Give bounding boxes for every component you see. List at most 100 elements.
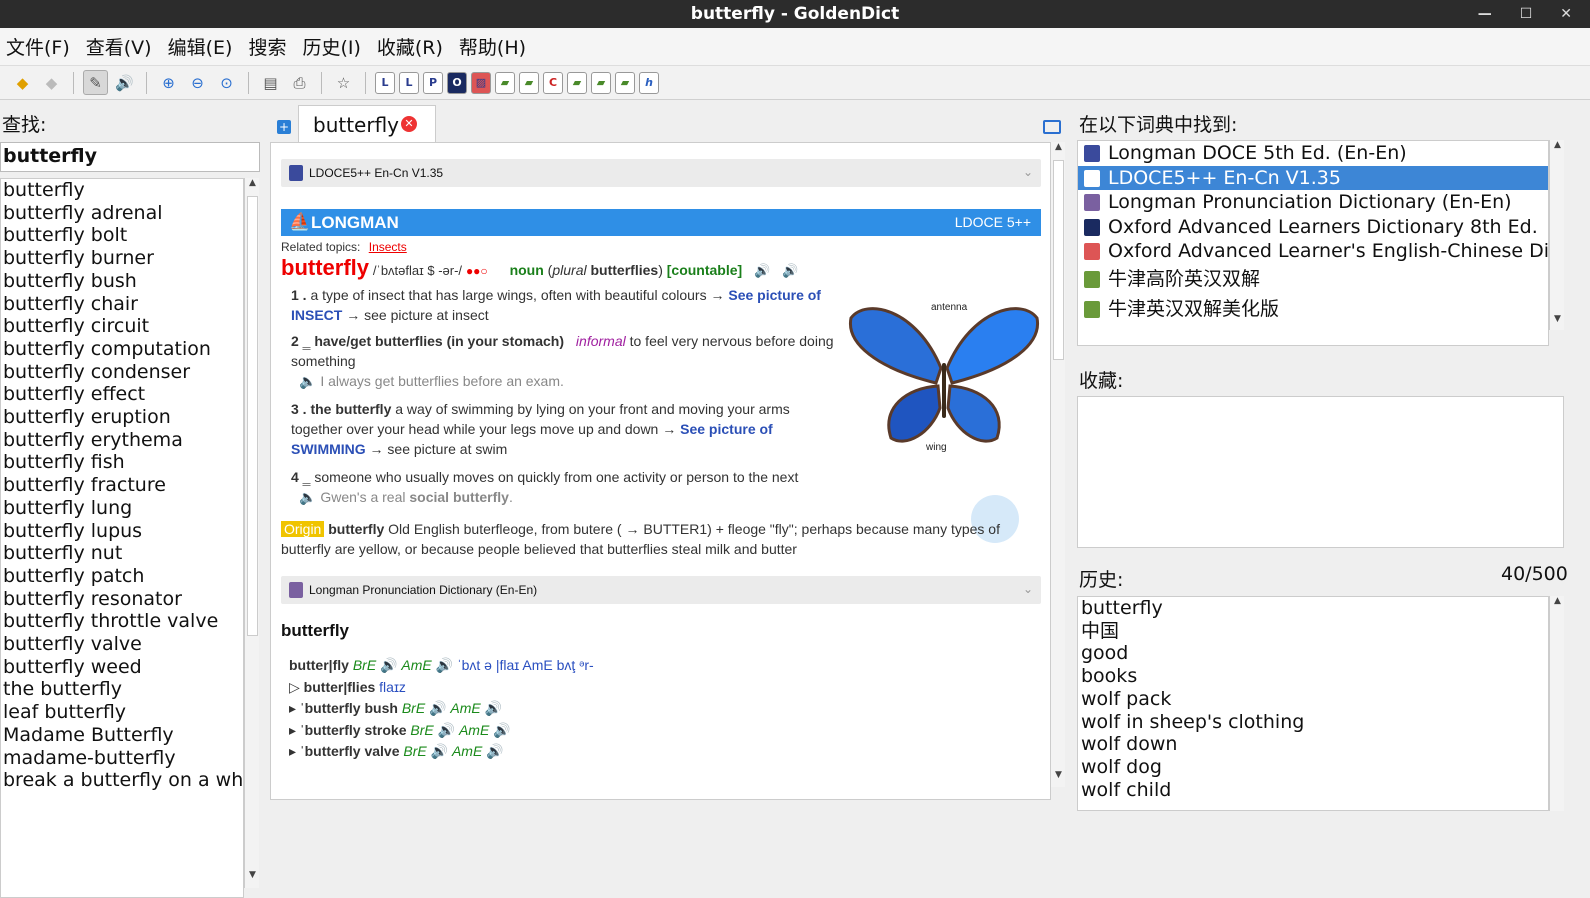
tab-butterfly[interactable]: butterfly ✕	[298, 105, 436, 143]
dict-item-selected[interactable]: LDOCE5++ En-Cn V1.35	[1078, 165, 1548, 190]
list-item[interactable]: butterfly fracture	[1, 474, 243, 497]
zoom-out-icon[interactable]: ⊖	[185, 70, 210, 95]
scroll-down-icon[interactable]: ▼	[245, 870, 260, 885]
list-item[interactable]: butterfly weed	[1, 656, 243, 679]
history-item[interactable]: wolf down	[1078, 733, 1548, 756]
scroll-up-icon[interactable]: ▲	[1051, 142, 1066, 157]
dict-header-lpd[interactable]: Longman Pronunciation Dictionary (En-En)…	[281, 576, 1041, 604]
list-item[interactable]: break a butterfly on a wheel	[1, 769, 243, 792]
dict-oxford-ec-icon[interactable]: ▨	[471, 71, 491, 94]
menu-edit[interactable]: 编辑(E)	[168, 33, 233, 60]
history-item[interactable]: good	[1078, 642, 1548, 665]
speaker-icon[interactable]: 🔊	[431, 743, 448, 759]
dict-c-icon[interactable]: C	[543, 71, 563, 94]
scan-popup-icon[interactable]: ✎	[83, 70, 108, 95]
speaker-icon[interactable]: 🔊	[436, 657, 453, 673]
tab-list-icon[interactable]	[1043, 120, 1061, 134]
list-item[interactable]: butterfly erythema	[1, 429, 243, 452]
scroll-up-icon[interactable]: ▲	[245, 178, 260, 193]
list-item[interactable]: butterfly lung	[1, 497, 243, 520]
list-item[interactable]: butterfly effect	[1, 383, 243, 406]
list-item[interactable]: butterfly fish	[1, 451, 243, 474]
list-item[interactable]: butterfly patch	[1, 565, 243, 588]
list-item[interactable]: butterfly	[1, 179, 243, 202]
scroll-down-icon[interactable]: ▼	[1051, 770, 1066, 785]
history-item[interactable]: wolf dog	[1078, 756, 1548, 779]
collapse-icon[interactable]: ⌄	[1023, 582, 1033, 596]
dict-item[interactable]: 牛津高阶英汉双解	[1078, 264, 1548, 294]
list-item[interactable]: butterfly adrenal	[1, 202, 243, 225]
list-item[interactable]: butterfly resonator	[1, 588, 243, 611]
dict-item[interactable]: Oxford Advanced Learner's English-Chines…	[1078, 239, 1548, 264]
menu-file[interactable]: 文件(F)	[6, 33, 70, 60]
dict-item[interactable]: Longman Pronunciation Dictionary (En-En)	[1078, 190, 1548, 215]
list-item[interactable]: butterfly throttle valve	[1, 610, 243, 633]
list-item[interactable]: butterfly bolt	[1, 224, 243, 247]
speaker-bre-icon[interactable]: 🔊	[754, 263, 770, 278]
history-item[interactable]: wolf in sheep's clothing	[1078, 711, 1548, 734]
print-icon[interactable]: ⎙	[287, 70, 312, 95]
dict-list-scrollbar[interactable]: ▲ ▼	[1549, 140, 1564, 330]
back-icon[interactable]: ◆	[10, 70, 35, 95]
menu-favorites[interactable]: 收藏(R)	[377, 33, 443, 60]
dict-book2-icon[interactable]: ▰	[519, 71, 539, 94]
history-item[interactable]: wolf pack	[1078, 688, 1548, 711]
history-item[interactable]: butterfly	[1078, 597, 1548, 620]
list-item[interactable]: madame-butterfly	[1, 747, 243, 770]
list-item[interactable]: butterfly computation	[1, 338, 243, 361]
save-icon[interactable]: ▤	[258, 70, 283, 95]
history-item[interactable]: 中国	[1078, 620, 1548, 643]
history-item[interactable]: wolf child	[1078, 779, 1548, 802]
history-scrollbar[interactable]: ▲	[1549, 596, 1564, 811]
speaker-icon[interactable]: 🔊	[429, 700, 446, 716]
dict-book4-icon[interactable]: ▰	[591, 71, 611, 94]
list-item[interactable]: butterfly circuit	[1, 315, 243, 338]
history-item[interactable]: books	[1078, 665, 1548, 688]
search-input[interactable]: butterfly	[0, 142, 260, 172]
list-item[interactable]: butterfly condenser	[1, 361, 243, 384]
article-scrollbar[interactable]: ▲ ▼	[1050, 142, 1065, 787]
new-tab-icon[interactable]: +	[277, 120, 291, 134]
list-item[interactable]: leaf butterfly	[1, 701, 243, 724]
dict-ldoce-icon[interactable]: L	[399, 71, 419, 94]
speaker-icon[interactable]: 🔊	[438, 722, 455, 738]
dict-lpd-icon[interactable]: P	[423, 71, 443, 94]
menu-search[interactable]: 搜索	[248, 33, 286, 60]
favorites-box[interactable]	[1077, 396, 1564, 548]
list-item[interactable]: butterfly bush	[1, 270, 243, 293]
dict-header-ldoce[interactable]: LDOCE5++ En-Cn V1.35 ⌄	[281, 159, 1041, 187]
word-list-scrollbar[interactable]: ▲ ▼	[244, 178, 259, 888]
list-item[interactable]: butterfly eruption	[1, 406, 243, 429]
collapse-icon[interactable]: ⌄	[1023, 165, 1033, 179]
list-item[interactable]: butterfly lupus	[1, 520, 243, 543]
list-item[interactable]: the butterfly	[1, 678, 243, 701]
dict-item[interactable]: Oxford Advanced Learners Dictionary 8th …	[1078, 215, 1548, 240]
menu-view[interactable]: 查看(V)	[86, 33, 152, 60]
speaker-icon[interactable]: 🔊	[485, 700, 502, 716]
dict-book3-icon[interactable]: ▰	[567, 71, 587, 94]
scroll-up-icon[interactable]: ▲	[1550, 596, 1565, 611]
dict-item[interactable]: 牛津英汉双解美化版	[1078, 294, 1548, 324]
dict-book1-icon[interactable]: ▰	[495, 71, 515, 94]
speaker-icon[interactable]: 🔊	[380, 657, 397, 673]
menu-help[interactable]: 帮助(H)	[459, 33, 526, 60]
list-item[interactable]: butterfly nut	[1, 542, 243, 565]
favorite-icon[interactable]: ☆	[331, 70, 356, 95]
minimize-icon[interactable]: —	[1478, 6, 1492, 22]
list-item[interactable]: butterfly chair	[1, 293, 243, 316]
list-item[interactable]: Madame Butterfly	[1, 724, 243, 747]
tab-close-icon[interactable]: ✕	[401, 116, 417, 132]
dict-book5-icon[interactable]: ▰	[615, 71, 635, 94]
dict-item[interactable]: Longman DOCE 5th Ed. (En-En)	[1078, 141, 1548, 166]
scroll-up-icon[interactable]: ▲	[1550, 140, 1565, 155]
zoom-reset-icon[interactable]: ⊙	[214, 70, 239, 95]
close-icon[interactable]: ✕	[1560, 6, 1572, 22]
scroll-down-icon[interactable]: ▼	[1550, 314, 1565, 329]
maximize-icon[interactable]: ☐	[1520, 6, 1533, 22]
list-item[interactable]: butterfly burner	[1, 247, 243, 270]
speaker-icon[interactable]: 🔊	[493, 722, 510, 738]
dict-h-icon[interactable]: h	[639, 71, 659, 94]
menu-history[interactable]: 历史(I)	[302, 33, 360, 60]
pronounce-icon[interactable]: 🔊	[112, 70, 137, 95]
related-link[interactable]: Insects	[369, 240, 407, 254]
